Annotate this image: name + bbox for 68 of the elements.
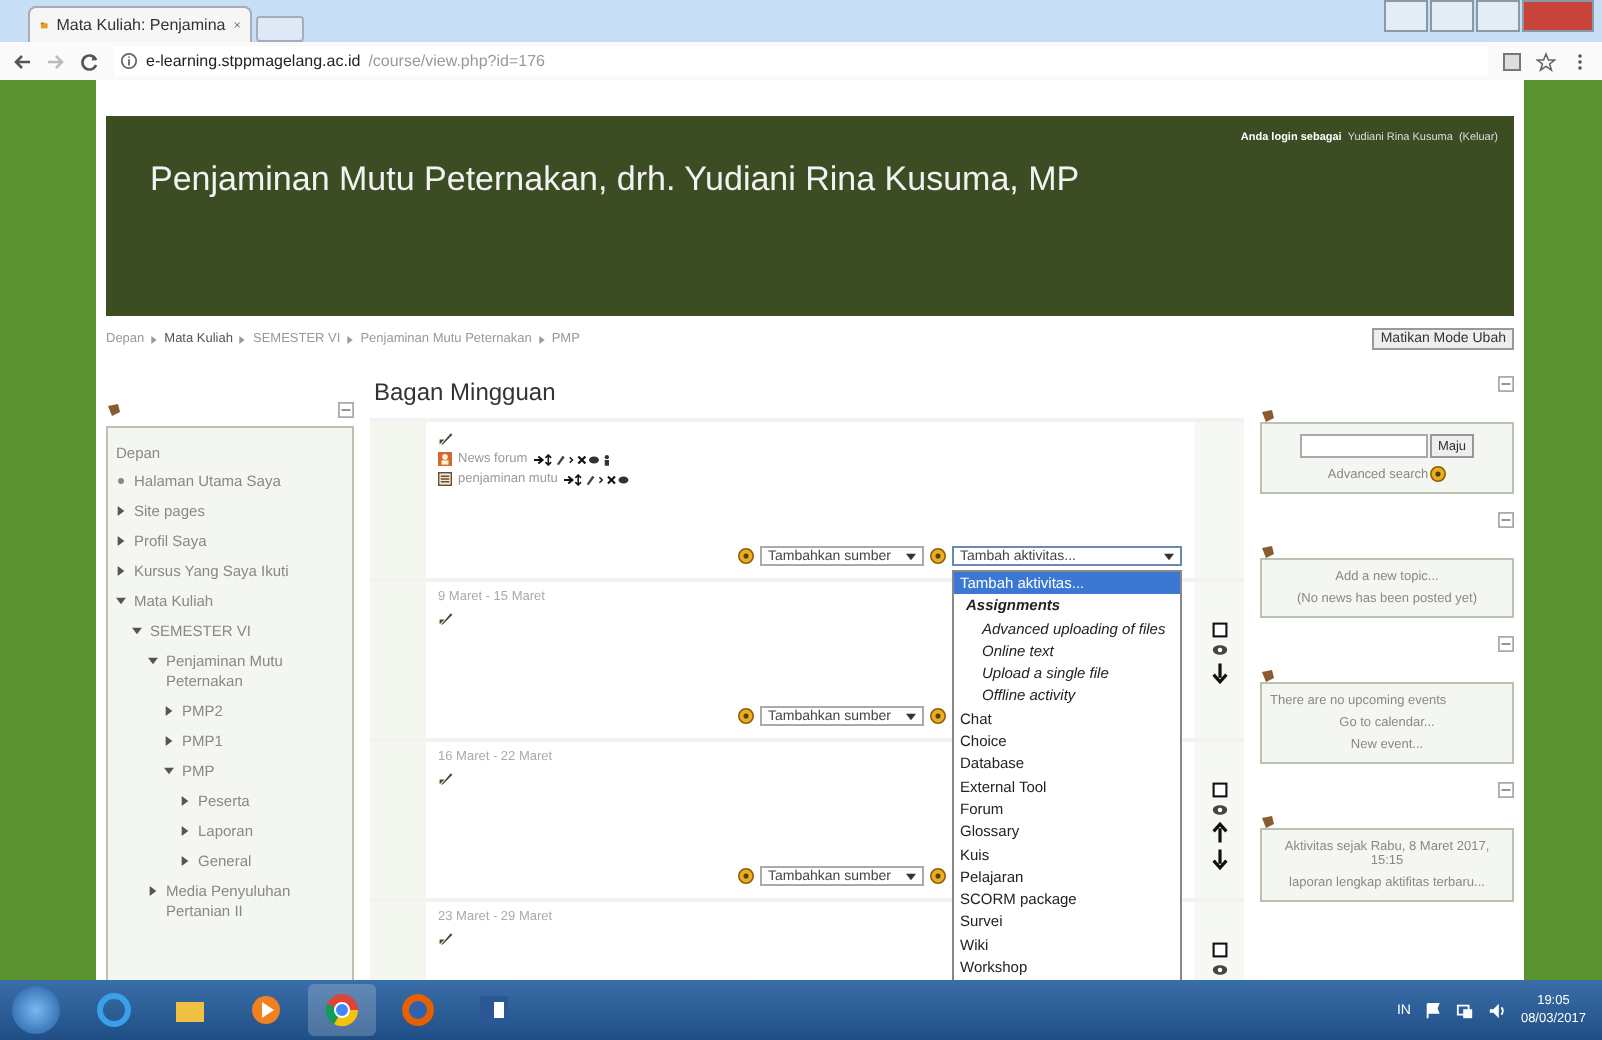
expanded-arrow-icon[interactable]	[164, 766, 174, 776]
editing-icons-drawing[interactable]	[533, 453, 614, 465]
info-icon[interactable]	[120, 52, 138, 70]
start-button[interactable]	[12, 986, 60, 1034]
collapsed-arrow-icon[interactable]	[116, 506, 126, 516]
expanded-arrow-icon[interactable]	[116, 596, 126, 606]
collapsed-arrow-icon[interactable]	[116, 536, 126, 546]
checkbox-icon[interactable]	[1211, 782, 1227, 798]
collapsed-arrow-icon[interactable]	[148, 886, 158, 896]
help-icon[interactable]	[930, 708, 946, 724]
address-field[interactable]: e-learning.stppmagelang.ac.id /course/view.php?id=176	[114, 46, 1488, 76]
folder-icon	[40, 16, 49, 34]
collapse-icon[interactable]	[1498, 376, 1514, 392]
separator-icon	[537, 335, 546, 343]
dropdown-arrow-icon[interactable]	[906, 871, 916, 881]
collapsed-arrow-icon[interactable]	[180, 796, 190, 806]
speaker-icon[interactable]	[1488, 1001, 1507, 1019]
expanded-arrow-icon[interactable]	[132, 626, 142, 636]
help-icon[interactable]	[738, 868, 754, 884]
collapsed-arrow-icon[interactable]	[180, 826, 190, 836]
reload-icon[interactable]	[80, 51, 100, 71]
separator-icon	[346, 335, 355, 343]
help-icon[interactable]	[930, 548, 946, 564]
pencil-icon[interactable]	[438, 770, 454, 786]
eye-icon[interactable]	[1211, 802, 1227, 818]
bullet-icon	[118, 478, 124, 484]
forum-icon	[438, 452, 452, 466]
eye-icon[interactable]	[1211, 642, 1227, 658]
collapsed-arrow-icon[interactable]	[164, 706, 174, 716]
help-icon[interactable]	[1430, 466, 1447, 482]
checkbox-icon[interactable]	[1211, 942, 1227, 958]
browser-tab[interactable]: Mata Kuliah: Penjamina	[28, 6, 252, 42]
dropdown-arrow-icon[interactable]	[906, 551, 916, 561]
up-arrow-icon[interactable]	[1211, 822, 1227, 844]
network-icon[interactable]	[1456, 1001, 1475, 1019]
eye-icon[interactable]	[1211, 962, 1227, 978]
section-heading: Bagan Mingguan	[374, 378, 556, 406]
checkbox-icon[interactable]	[1211, 622, 1227, 638]
pencil-icon[interactable]	[438, 930, 454, 946]
help-icon[interactable]	[738, 708, 754, 724]
separator-icon	[238, 335, 247, 343]
collapse-icon[interactable]	[1498, 636, 1514, 652]
flag-icon[interactable]	[1424, 1001, 1443, 1019]
help-icon[interactable]	[738, 548, 754, 564]
collapse-icon[interactable]	[1498, 512, 1514, 528]
dropdown-arrow-icon[interactable]	[1164, 551, 1174, 561]
expanded-arrow-icon[interactable]	[148, 656, 158, 666]
editing-icons-drawing[interactable]	[563, 473, 632, 485]
collapsed-arrow-icon[interactable]	[116, 566, 126, 576]
collapsed-arrow-icon[interactable]	[164, 736, 174, 746]
down-arrow-icon[interactable]	[1211, 662, 1227, 684]
collapse-icon[interactable]	[1498, 782, 1514, 798]
collapsed-arrow-icon[interactable]	[180, 856, 190, 866]
pencil-icon[interactable]	[438, 610, 454, 626]
star-icon[interactable]	[1536, 51, 1556, 71]
back-icon[interactable]	[12, 51, 32, 71]
pencil-icon[interactable]	[438, 430, 454, 446]
move-icon[interactable]	[106, 402, 122, 418]
chrome-icon[interactable]	[308, 984, 376, 1036]
collapse-icon[interactable]	[338, 402, 354, 418]
dropdown-arrow-icon[interactable]	[906, 711, 916, 721]
help-icon[interactable]	[930, 868, 946, 884]
search-field[interactable]	[1299, 434, 1428, 458]
close-icon[interactable]	[233, 18, 240, 32]
separator-icon	[150, 335, 159, 343]
page-icon	[438, 472, 452, 486]
down-arrow-icon[interactable]	[1211, 848, 1227, 870]
course-title: Penjaminan Mutu Peternakan, drh. Yudiani Rina Kusuma, MP	[150, 160, 1080, 200]
